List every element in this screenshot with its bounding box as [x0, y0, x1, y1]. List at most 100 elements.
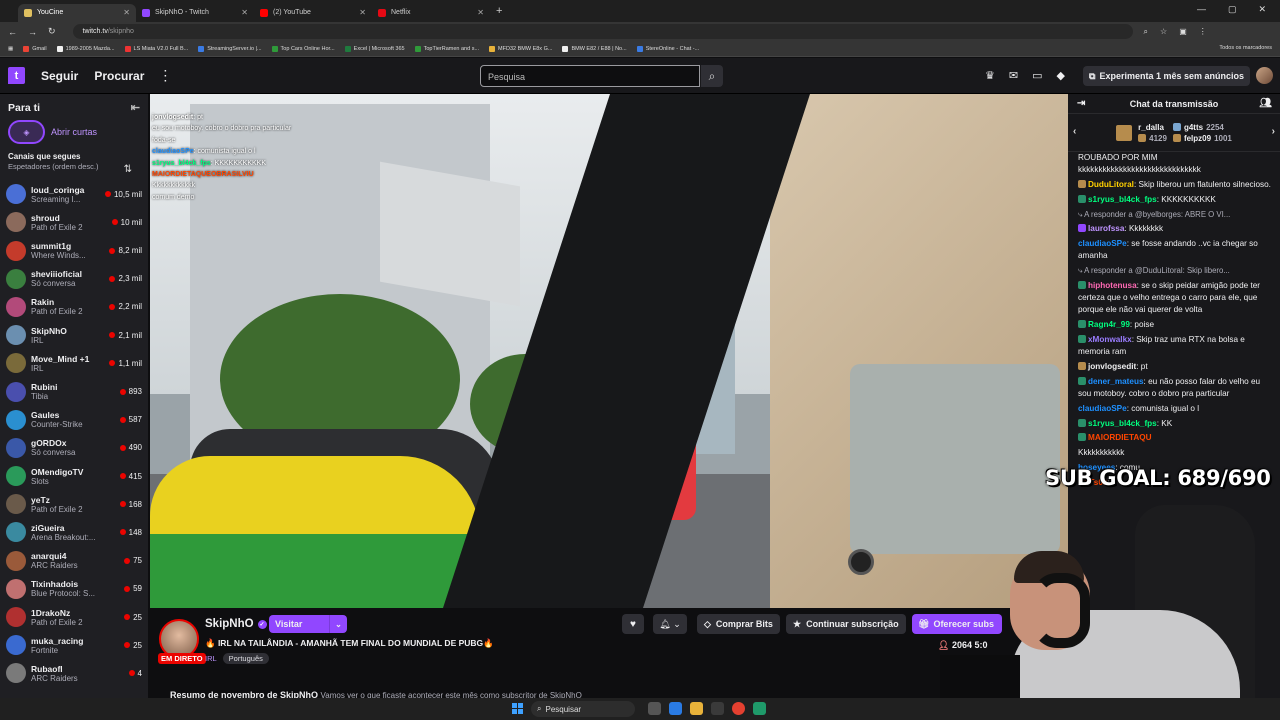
chat-username[interactable]: hiphotenusa	[1088, 281, 1137, 290]
chat-username[interactable]: xMonwalkx	[1088, 335, 1132, 344]
sidebar-channel[interactable]: muka_racing Fortnite 25	[0, 631, 148, 659]
collapse-sidebar-icon[interactable]: ⇤	[131, 101, 140, 114]
search-button[interactable]: ⌕	[701, 65, 723, 87]
chevron-left-icon[interactable]: ‹	[1073, 126, 1076, 137]
chat-username[interactable]: Ragn4r_99	[1088, 320, 1130, 329]
chat-username[interactable]: s1ryus_bl4ck_fps	[1088, 195, 1157, 204]
channel-game: Counter-Strike	[31, 420, 83, 430]
browser-tab[interactable]: Netflix ✕	[372, 4, 490, 22]
sidebar-channel[interactable]: gORDOx Só conversa 490	[0, 434, 148, 462]
sidebar-channel[interactable]: Rakin Path of Exile 2 2,2 mil	[0, 293, 148, 321]
bookmark-item[interactable]: StreamingServer.io |...	[198, 45, 262, 52]
chat-username[interactable]: s1ryus_bl4ck_fps	[1088, 419, 1157, 428]
back-icon[interactable]: ←	[8, 27, 17, 37]
app-icon[interactable]	[753, 702, 766, 715]
open-shorts-button[interactable]: ◈ Abrir curtas	[0, 114, 148, 150]
sidebar-channel[interactable]: Rubaofl ARC Raiders 4	[0, 659, 148, 687]
inbox-icon[interactable]: ✉	[1009, 69, 1018, 82]
browser-tab[interactable]: (2) YouTube ✕	[254, 4, 372, 22]
bookmark-item[interactable]: 1989-2005 Mazda...	[56, 45, 115, 52]
close-window-icon[interactable]: ✕	[1258, 4, 1266, 15]
user-avatar[interactable]	[1256, 67, 1273, 84]
new-tab-icon[interactable]: +	[496, 5, 502, 17]
sidebar-channel[interactable]: Rubini Tibia 893	[0, 377, 148, 405]
sidebar-channel[interactable]: Tixinhadois Blue Protocol: S... 59	[0, 575, 148, 603]
chat-username[interactable]: claudiaoSPe	[1078, 404, 1127, 413]
bookmark-item[interactable]: Top Cars Online Hor...	[271, 45, 335, 52]
sidebar-channel[interactable]: shroud Path of Exile 2 10 mil	[0, 208, 148, 236]
continue-sub-button[interactable]: ★ Continuar subscrição	[786, 614, 906, 634]
browser-menu-icon[interactable]: ⋮	[1199, 27, 1207, 37]
chat-username[interactable]: jonvlogsedit	[1088, 362, 1136, 371]
close-tab-icon[interactable]: ✕	[477, 8, 484, 17]
chat-username[interactable]: MAIORDIETAQU	[1088, 433, 1152, 442]
streamer-name[interactable]: SkipNhO	[205, 618, 254, 630]
notification-bell-button[interactable]: 🔔︎ ⌄	[653, 614, 687, 634]
zoom-icon[interactable]: ⌕	[1144, 27, 1148, 37]
close-tab-icon[interactable]: ✕	[359, 8, 366, 17]
file-explorer-icon[interactable]	[690, 702, 703, 715]
community-icon[interactable]: 👥︎	[1259, 98, 1272, 109]
bookmark-item[interactable]: BMW E82 / E88 | No...	[562, 45, 627, 52]
bookmark-star-icon[interactable]: ☆	[1160, 27, 1167, 37]
apps-icon[interactable]: ▦	[8, 46, 13, 52]
chat-username[interactable]: claudiaoSPe	[1078, 239, 1127, 248]
chevron-right-icon[interactable]: ›	[1272, 126, 1275, 137]
collapse-chat-icon[interactable]: ⇥	[1077, 98, 1085, 109]
sidebar-channel[interactable]: OMendigoTV Slots 415	[0, 462, 148, 490]
visit-button[interactable]: Visitar ⌄	[269, 615, 347, 633]
language-tag[interactable]: Português	[222, 653, 269, 664]
chat-username[interactable]: DuduLitoral	[1088, 180, 1134, 189]
sidebar-channel[interactable]: Gaules Counter-Strike 587	[0, 406, 148, 434]
bits-icon[interactable]: ◆	[1057, 69, 1065, 82]
close-tab-icon[interactable]: ✕	[241, 8, 248, 17]
sidebar-channel[interactable]: loud_coringa Screaming I... 10,5 mil	[0, 180, 148, 208]
windows-start-icon[interactable]	[512, 703, 523, 714]
chrome-icon[interactable]	[732, 702, 745, 715]
chat-username[interactable]: dener_mateus	[1088, 377, 1144, 386]
forward-icon[interactable]: →	[28, 27, 37, 37]
bookmark-item[interactable]: LS Miata V2.0 Full B...	[124, 45, 188, 52]
store-icon[interactable]	[711, 702, 724, 715]
sidebar-channel[interactable]: 1DrakoNz Path of Exile 2 25	[0, 603, 148, 631]
bookmark-item[interactable]: StereOnline - Chat -...	[636, 45, 699, 52]
sidebar-channel[interactable]: Move_Mind +1 IRL 1,1 mil	[0, 349, 148, 377]
browse-link[interactable]: Procurar	[94, 69, 144, 83]
whispers-icon[interactable]: ▭	[1032, 69, 1042, 82]
minimize-icon[interactable]: —	[1197, 4, 1206, 15]
extensions-icon[interactable]: ▣	[1179, 27, 1187, 37]
sidebar-channel[interactable]: yeTz Path of Exile 2 168	[0, 490, 148, 518]
bookmark-item[interactable]: Gmail	[23, 45, 47, 52]
more-menu-icon[interactable]: ⋮	[158, 67, 172, 84]
follow-heart-button[interactable]: ♥	[622, 614, 644, 634]
following-link[interactable]: Seguir	[41, 69, 78, 83]
ad-free-promo-button[interactable]: ⧉ Experimenta 1 mês sem anúncios	[1083, 66, 1250, 86]
sidebar-channel[interactable]: summit1g Where Winds... 8,2 mil	[0, 237, 148, 265]
chevron-down-icon[interactable]: ⌄	[329, 615, 347, 633]
bookmark-item[interactable]: Excel | Microsoft 365	[344, 45, 405, 52]
taskbar-search[interactable]: ⌕ Pesquisar	[531, 701, 635, 717]
browser-tab[interactable]: SkipNhO - Twitch ✕	[136, 4, 254, 22]
edge-icon[interactable]	[669, 702, 682, 715]
bookmark-item[interactable]: MFD32 BMW E8x G...	[489, 45, 552, 52]
sidebar-channel[interactable]: anarqui4 ARC Raiders 75	[0, 547, 148, 575]
task-view-icon[interactable]	[648, 702, 661, 715]
chat-username[interactable]: laurofssa	[1088, 224, 1124, 233]
maximize-icon[interactable]: ▢	[1228, 4, 1237, 15]
sidebar-channel[interactable]: sheviiioficial Só conversa 2,3 mil	[0, 265, 148, 293]
channel-game: Tibia	[31, 392, 49, 402]
stream-category[interactable]: IRL	[205, 654, 217, 663]
search-input[interactable]: Pesquisa	[480, 65, 700, 87]
browser-tab[interactable]: YouCine ✕	[18, 3, 136, 22]
all-bookmarks-link[interactable]: Todos os marcadores	[1219, 45, 1272, 51]
sidebar-channel[interactable]: SkipNhO IRL 2,1 mil	[0, 321, 148, 349]
twitch-logo-icon[interactable]: t	[8, 67, 25, 84]
bookmark-item[interactable]: TopTierRamen and s...	[414, 45, 479, 52]
url-field[interactable]: twitch.tv/skipnho	[72, 24, 1133, 39]
buy-bits-button[interactable]: ◇ Comprar Bits	[697, 614, 780, 634]
sidebar-channel[interactable]: ziGueira Arena Breakout:... 148	[0, 518, 148, 546]
close-tab-icon[interactable]: ✕	[123, 8, 130, 17]
prime-loot-icon[interactable]: ♛	[985, 69, 995, 82]
reload-icon[interactable]: ↻	[48, 26, 56, 37]
sort-icon[interactable]: ⇅	[124, 164, 132, 175]
